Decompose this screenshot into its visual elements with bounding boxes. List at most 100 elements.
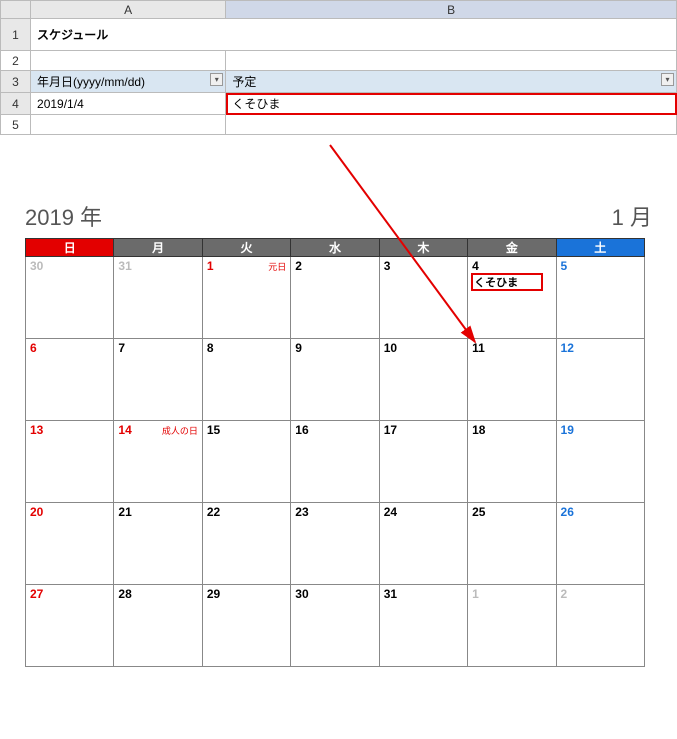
calendar-cell[interactable]: 16: [291, 421, 379, 503]
calendar-cell[interactable]: 19: [556, 421, 644, 503]
calendar-section: 2019 年 1 月 日 月 火 水 木 金 土 30311元日234くそひま5…: [0, 180, 677, 667]
day-number: 10: [384, 341, 463, 355]
calendar-cell[interactable]: 28: [114, 585, 202, 667]
event-label: くそひま: [472, 274, 542, 290]
row-header-2[interactable]: 2: [1, 51, 31, 71]
calendar-cell[interactable]: 30: [26, 257, 114, 339]
calendar-cell[interactable]: 29: [202, 585, 290, 667]
calendar-table: 日 月 火 水 木 金 土 30311元日234くそひま567891011121…: [25, 238, 645, 667]
calendar-year: 2019 年: [25, 200, 102, 232]
header-plan-cell[interactable]: 予定 ▾: [226, 71, 677, 93]
row-header-5[interactable]: 5: [1, 115, 31, 135]
calendar-header: 2019 年 1 月: [25, 200, 652, 232]
calendar-cell[interactable]: 31: [114, 257, 202, 339]
calendar-cell[interactable]: 12: [556, 339, 644, 421]
day-number: 31: [384, 587, 463, 601]
calendar-cell[interactable]: 22: [202, 503, 290, 585]
calendar-cell[interactable]: 6: [26, 339, 114, 421]
day-number: 29: [207, 587, 286, 601]
day-number: 5: [561, 259, 640, 273]
day-number: 9: [295, 341, 374, 355]
data-plan-cell[interactable]: くそひま: [226, 93, 677, 115]
day-number: 12: [561, 341, 640, 355]
day-number: 26: [561, 505, 640, 519]
row-header-4[interactable]: 4: [1, 93, 31, 115]
calendar-cell[interactable]: 25: [468, 503, 556, 585]
calendar-cell[interactable]: 2: [556, 585, 644, 667]
day-number: 7: [118, 341, 197, 355]
filter-icon[interactable]: ▾: [210, 73, 223, 86]
day-number: 30: [30, 259, 109, 273]
day-number: 22: [207, 505, 286, 519]
column-header-a[interactable]: A: [31, 1, 226, 19]
dow-tue: 火: [202, 239, 290, 257]
calendar-cell[interactable]: 17: [379, 421, 467, 503]
day-number: 31: [118, 259, 197, 273]
calendar-cell[interactable]: 31: [379, 585, 467, 667]
day-number: 4: [472, 259, 551, 273]
day-number: 16: [295, 423, 374, 437]
calendar-cell[interactable]: 20: [26, 503, 114, 585]
calendar-cell[interactable]: 27: [26, 585, 114, 667]
spreadsheet-table: A B 1 スケジュール 2 3 年月日(yyyy/mm/dd) ▾ 予定 ▾ …: [0, 0, 677, 135]
calendar-cell[interactable]: 24: [379, 503, 467, 585]
dow-thu: 木: [379, 239, 467, 257]
filter-icon[interactable]: ▾: [661, 73, 674, 86]
day-number: 2: [561, 587, 640, 601]
calendar-cell[interactable]: 3: [379, 257, 467, 339]
calendar-cell[interactable]: 1元日: [202, 257, 290, 339]
calendar-cell[interactable]: 15: [202, 421, 290, 503]
day-number: 30: [295, 587, 374, 601]
day-number: 15: [207, 423, 286, 437]
holiday-label: 成人の日: [162, 424, 198, 437]
day-number: 3: [384, 259, 463, 273]
row-header-3[interactable]: 3: [1, 71, 31, 93]
day-number: 11: [472, 341, 551, 355]
day-number: 27: [30, 587, 109, 601]
day-number: 23: [295, 505, 374, 519]
dow-sat: 土: [556, 239, 644, 257]
data-date-cell[interactable]: 2019/1/4: [31, 93, 226, 115]
calendar-cell[interactable]: 13: [26, 421, 114, 503]
header-date-label: 年月日(yyyy/mm/dd): [37, 75, 145, 89]
corner-cell[interactable]: [1, 1, 31, 19]
cell-a2[interactable]: [31, 51, 226, 71]
header-date-cell[interactable]: 年月日(yyyy/mm/dd) ▾: [31, 71, 226, 93]
dow-mon: 月: [114, 239, 202, 257]
day-number: 13: [30, 423, 109, 437]
day-number: 28: [118, 587, 197, 601]
cell-b2[interactable]: [226, 51, 677, 71]
calendar-cell[interactable]: 26: [556, 503, 644, 585]
calendar-cell[interactable]: 21: [114, 503, 202, 585]
calendar-cell[interactable]: 4くそひま: [468, 257, 556, 339]
calendar-cell[interactable]: 1: [468, 585, 556, 667]
column-header-b[interactable]: B: [226, 1, 677, 19]
calendar-cell[interactable]: 7: [114, 339, 202, 421]
dow-fri: 金: [468, 239, 556, 257]
title-cell[interactable]: スケジュール: [31, 19, 677, 51]
holiday-label: 元日: [268, 260, 286, 273]
header-plan-label: 予定: [232, 75, 256, 89]
calendar-cell[interactable]: 11: [468, 339, 556, 421]
day-number: 20: [30, 505, 109, 519]
cell-b5[interactable]: [226, 115, 677, 135]
cell-a5[interactable]: [31, 115, 226, 135]
calendar-cell[interactable]: 5: [556, 257, 644, 339]
calendar-cell[interactable]: 2: [291, 257, 379, 339]
day-number: 25: [472, 505, 551, 519]
day-number: 21: [118, 505, 197, 519]
dow-sun: 日: [26, 239, 114, 257]
dow-wed: 水: [291, 239, 379, 257]
calendar-cell[interactable]: 8: [202, 339, 290, 421]
calendar-cell[interactable]: 30: [291, 585, 379, 667]
calendar-cell[interactable]: 18: [468, 421, 556, 503]
row-header-1[interactable]: 1: [1, 19, 31, 51]
day-number: 2: [295, 259, 374, 273]
calendar-cell[interactable]: 23: [291, 503, 379, 585]
calendar-cell[interactable]: 10: [379, 339, 467, 421]
day-number: 24: [384, 505, 463, 519]
calendar-cell[interactable]: 9: [291, 339, 379, 421]
calendar-cell[interactable]: 14成人の日: [114, 421, 202, 503]
day-number: 17: [384, 423, 463, 437]
day-number: 1: [472, 587, 551, 601]
